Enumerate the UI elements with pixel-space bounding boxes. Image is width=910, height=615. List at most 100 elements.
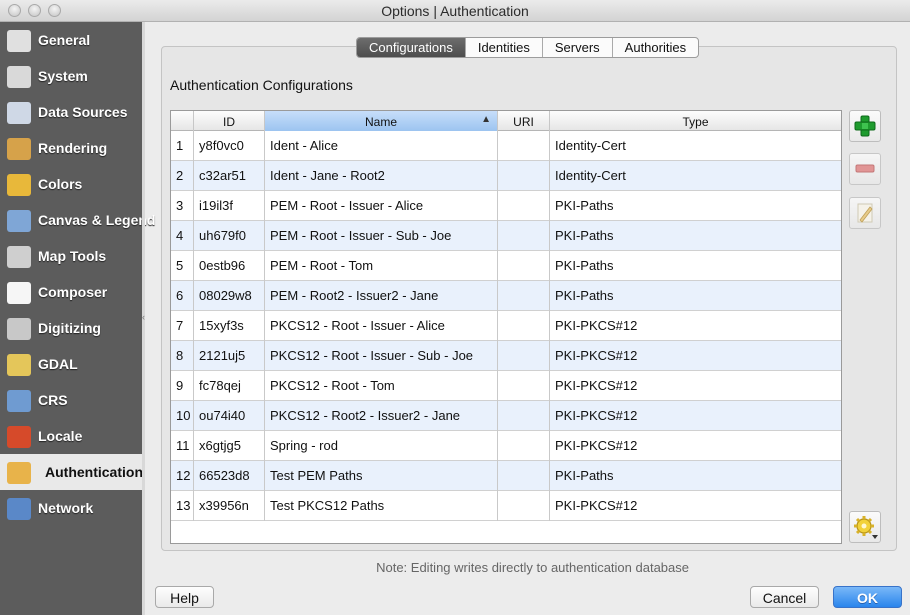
cell-id: 15xyf3s [194, 311, 265, 341]
sidebar-item-digitizing[interactable]: Digitizing [0, 310, 142, 346]
cell-id: 66523d8 [194, 461, 265, 491]
cell-uri [498, 431, 550, 461]
options-sidebar: General System Data Sources Rendering Colors… [0, 22, 155, 615]
table-row[interactable]: 10 ou74i40 PKCS12 - Root2 - Issuer2 - Jane… [171, 401, 841, 431]
table-row[interactable]: 8 2121uj5 PKCS12 - Root - Issuer - Sub - J… [171, 341, 841, 371]
cell-type: PKI-PKCS#12 [555, 438, 638, 453]
sidebar-item-gdal[interactable]: GDAL [0, 346, 142, 382]
help-button[interactable]: Help [155, 586, 214, 608]
cell-id: i19il3f [194, 191, 265, 221]
add-plus-icon [854, 115, 876, 137]
sidebar-item-label: Data Sources [38, 104, 128, 120]
tab-authorities[interactable]: Authorities [613, 38, 698, 57]
cell-name: Ident - Alice [265, 131, 498, 161]
row-number: 1 [171, 131, 194, 161]
row-number: 7 [171, 311, 194, 341]
cell-name: PKCS12 - Root - Issuer - Sub - Joe [265, 341, 498, 371]
cell-uri [498, 131, 550, 161]
cell-name: PKCS12 - Root - Issuer - Alice [265, 311, 498, 341]
sidebar-item-network[interactable]: Network [0, 490, 142, 526]
column-header-name[interactable]: Name ▲ [265, 111, 498, 131]
tab-servers[interactable]: Servers [543, 38, 613, 57]
cell-uri [498, 491, 550, 521]
tab-identities[interactable]: Identities [466, 38, 543, 57]
sidebar-item-data-sources[interactable]: Data Sources [0, 94, 142, 130]
edit-pencil-icon [857, 203, 873, 223]
cell-id: 0estb96 [194, 251, 265, 281]
sidebar-item-locale[interactable]: Locale [0, 418, 142, 454]
cell-name: Ident - Jane - Root2 [265, 161, 498, 191]
table-row[interactable]: 7 15xyf3s PKCS12 - Root - Issuer - Alice PK… [171, 311, 841, 341]
map-tools-icon [7, 246, 31, 268]
row-number: 9 [171, 371, 194, 401]
cell-name: PEM - Root - Tom [265, 251, 498, 281]
composer-icon [7, 282, 31, 304]
table-row[interactable]: 11 x6gtjg5 Spring - rod PKI-PKCS#12 [171, 431, 841, 461]
table-row[interactable]: 6 08029w8 PEM - Root2 - Issuer2 - Jane PKI-… [171, 281, 841, 311]
ok-button[interactable]: OK [833, 586, 902, 608]
column-header-id[interactable]: ID [194, 111, 265, 131]
sidebar-item-label: CRS [38, 392, 68, 408]
cell-name: PKCS12 - Root - Tom [265, 371, 498, 401]
sidebar-item-label: Colors [38, 176, 83, 192]
cell-type: PKI-Paths [555, 288, 614, 303]
cell-type: PKI-Paths [555, 228, 614, 243]
sidebar-item-general[interactable]: General [0, 22, 142, 58]
cancel-button[interactable]: Cancel [750, 586, 819, 608]
row-number: 12 [171, 461, 194, 491]
sidebar-item-composer[interactable]: Composer [0, 274, 142, 310]
remove-config-button[interactable] [849, 153, 881, 185]
cell-id: c32ar51 [194, 161, 265, 191]
sidebar-item-crs[interactable]: CRS [0, 382, 142, 418]
sidebar-item-rendering[interactable]: Rendering [0, 130, 142, 166]
column-header-type[interactable]: Type [550, 111, 841, 131]
sidebar-item-label: Composer [38, 284, 108, 300]
table-row[interactable]: 1 y8f0vc0 Ident - Alice Identity-Cert [171, 131, 841, 161]
row-number: 11 [171, 431, 194, 461]
table-header: ID Name ▲ URI Type [171, 111, 841, 131]
splitter-grip-icon: ‹ [142, 312, 145, 322]
cell-type: PKI-Paths [555, 198, 614, 213]
utilities-menu-button[interactable] [849, 511, 881, 543]
table-row[interactable]: 13 x39956n Test PKCS12 Paths PKI-PKCS#12 [171, 491, 841, 521]
row-number-header [171, 111, 194, 131]
color-brush-icon [7, 174, 31, 196]
sidebar-item-label: Locale [38, 428, 83, 444]
cell-name: PEM - Root - Issuer - Alice [265, 191, 498, 221]
sidebar-item-label: System [38, 68, 88, 84]
sidebar-item-authentication[interactable]: Authentication [0, 454, 143, 490]
sidebar-item-system[interactable]: System [0, 58, 142, 94]
column-header-uri[interactable]: URI [498, 111, 550, 131]
cell-type: Identity-Cert [555, 168, 626, 183]
cell-id: fc78qej [194, 371, 265, 401]
table-row[interactable]: 3 i19il3f PEM - Root - Issuer - Alice PKI-P… [171, 191, 841, 221]
table-row[interactable]: 2 c32ar51 Ident - Jane - Root2 Identity-Cer… [171, 161, 841, 191]
cell-id: uh679f0 [194, 221, 265, 251]
sidebar-item-canvas-legend[interactable]: Canvas & Legend [0, 202, 155, 238]
cell-uri [498, 161, 550, 191]
cell-id: ou74i40 [194, 401, 265, 431]
auth-config-table[interactable]: ID Name ▲ URI Type 1 y8f0vc0 Ident - Alice… [170, 110, 842, 544]
locale-flags-icon [7, 426, 31, 448]
cell-type: PKI-PKCS#12 [555, 498, 638, 513]
cell-id: x39956n [194, 491, 265, 521]
edit-config-button[interactable] [849, 197, 881, 229]
table-row[interactable]: 5 0estb96 PEM - Root - Tom PKI-Paths [171, 251, 841, 281]
row-number: 8 [171, 341, 194, 371]
table-icon [7, 102, 31, 124]
table-row[interactable]: 12 66523d8 Test PEM Paths PKI-Paths [171, 461, 841, 491]
globe-icon [7, 390, 31, 412]
window-title: Options | Authentication [381, 3, 529, 19]
tab-configurations[interactable]: Configurations [357, 38, 466, 57]
cell-id: y8f0vc0 [194, 131, 265, 161]
sidebar-item-map-tools[interactable]: Map Tools [0, 238, 142, 274]
row-number: 3 [171, 191, 194, 221]
add-config-button[interactable] [849, 110, 881, 142]
cell-name: PEM - Root - Issuer - Sub - Joe [265, 221, 498, 251]
cell-type: PKI-PKCS#12 [555, 408, 638, 423]
digitizing-icon [7, 318, 31, 340]
row-number: 13 [171, 491, 194, 521]
sidebar-item-colors[interactable]: Colors [0, 166, 142, 202]
table-row[interactable]: 4 uh679f0 PEM - Root - Issuer - Sub - Joe P… [171, 221, 841, 251]
table-row[interactable]: 9 fc78qej PKCS12 - Root - Tom PKI-PKCS#12 [171, 371, 841, 401]
